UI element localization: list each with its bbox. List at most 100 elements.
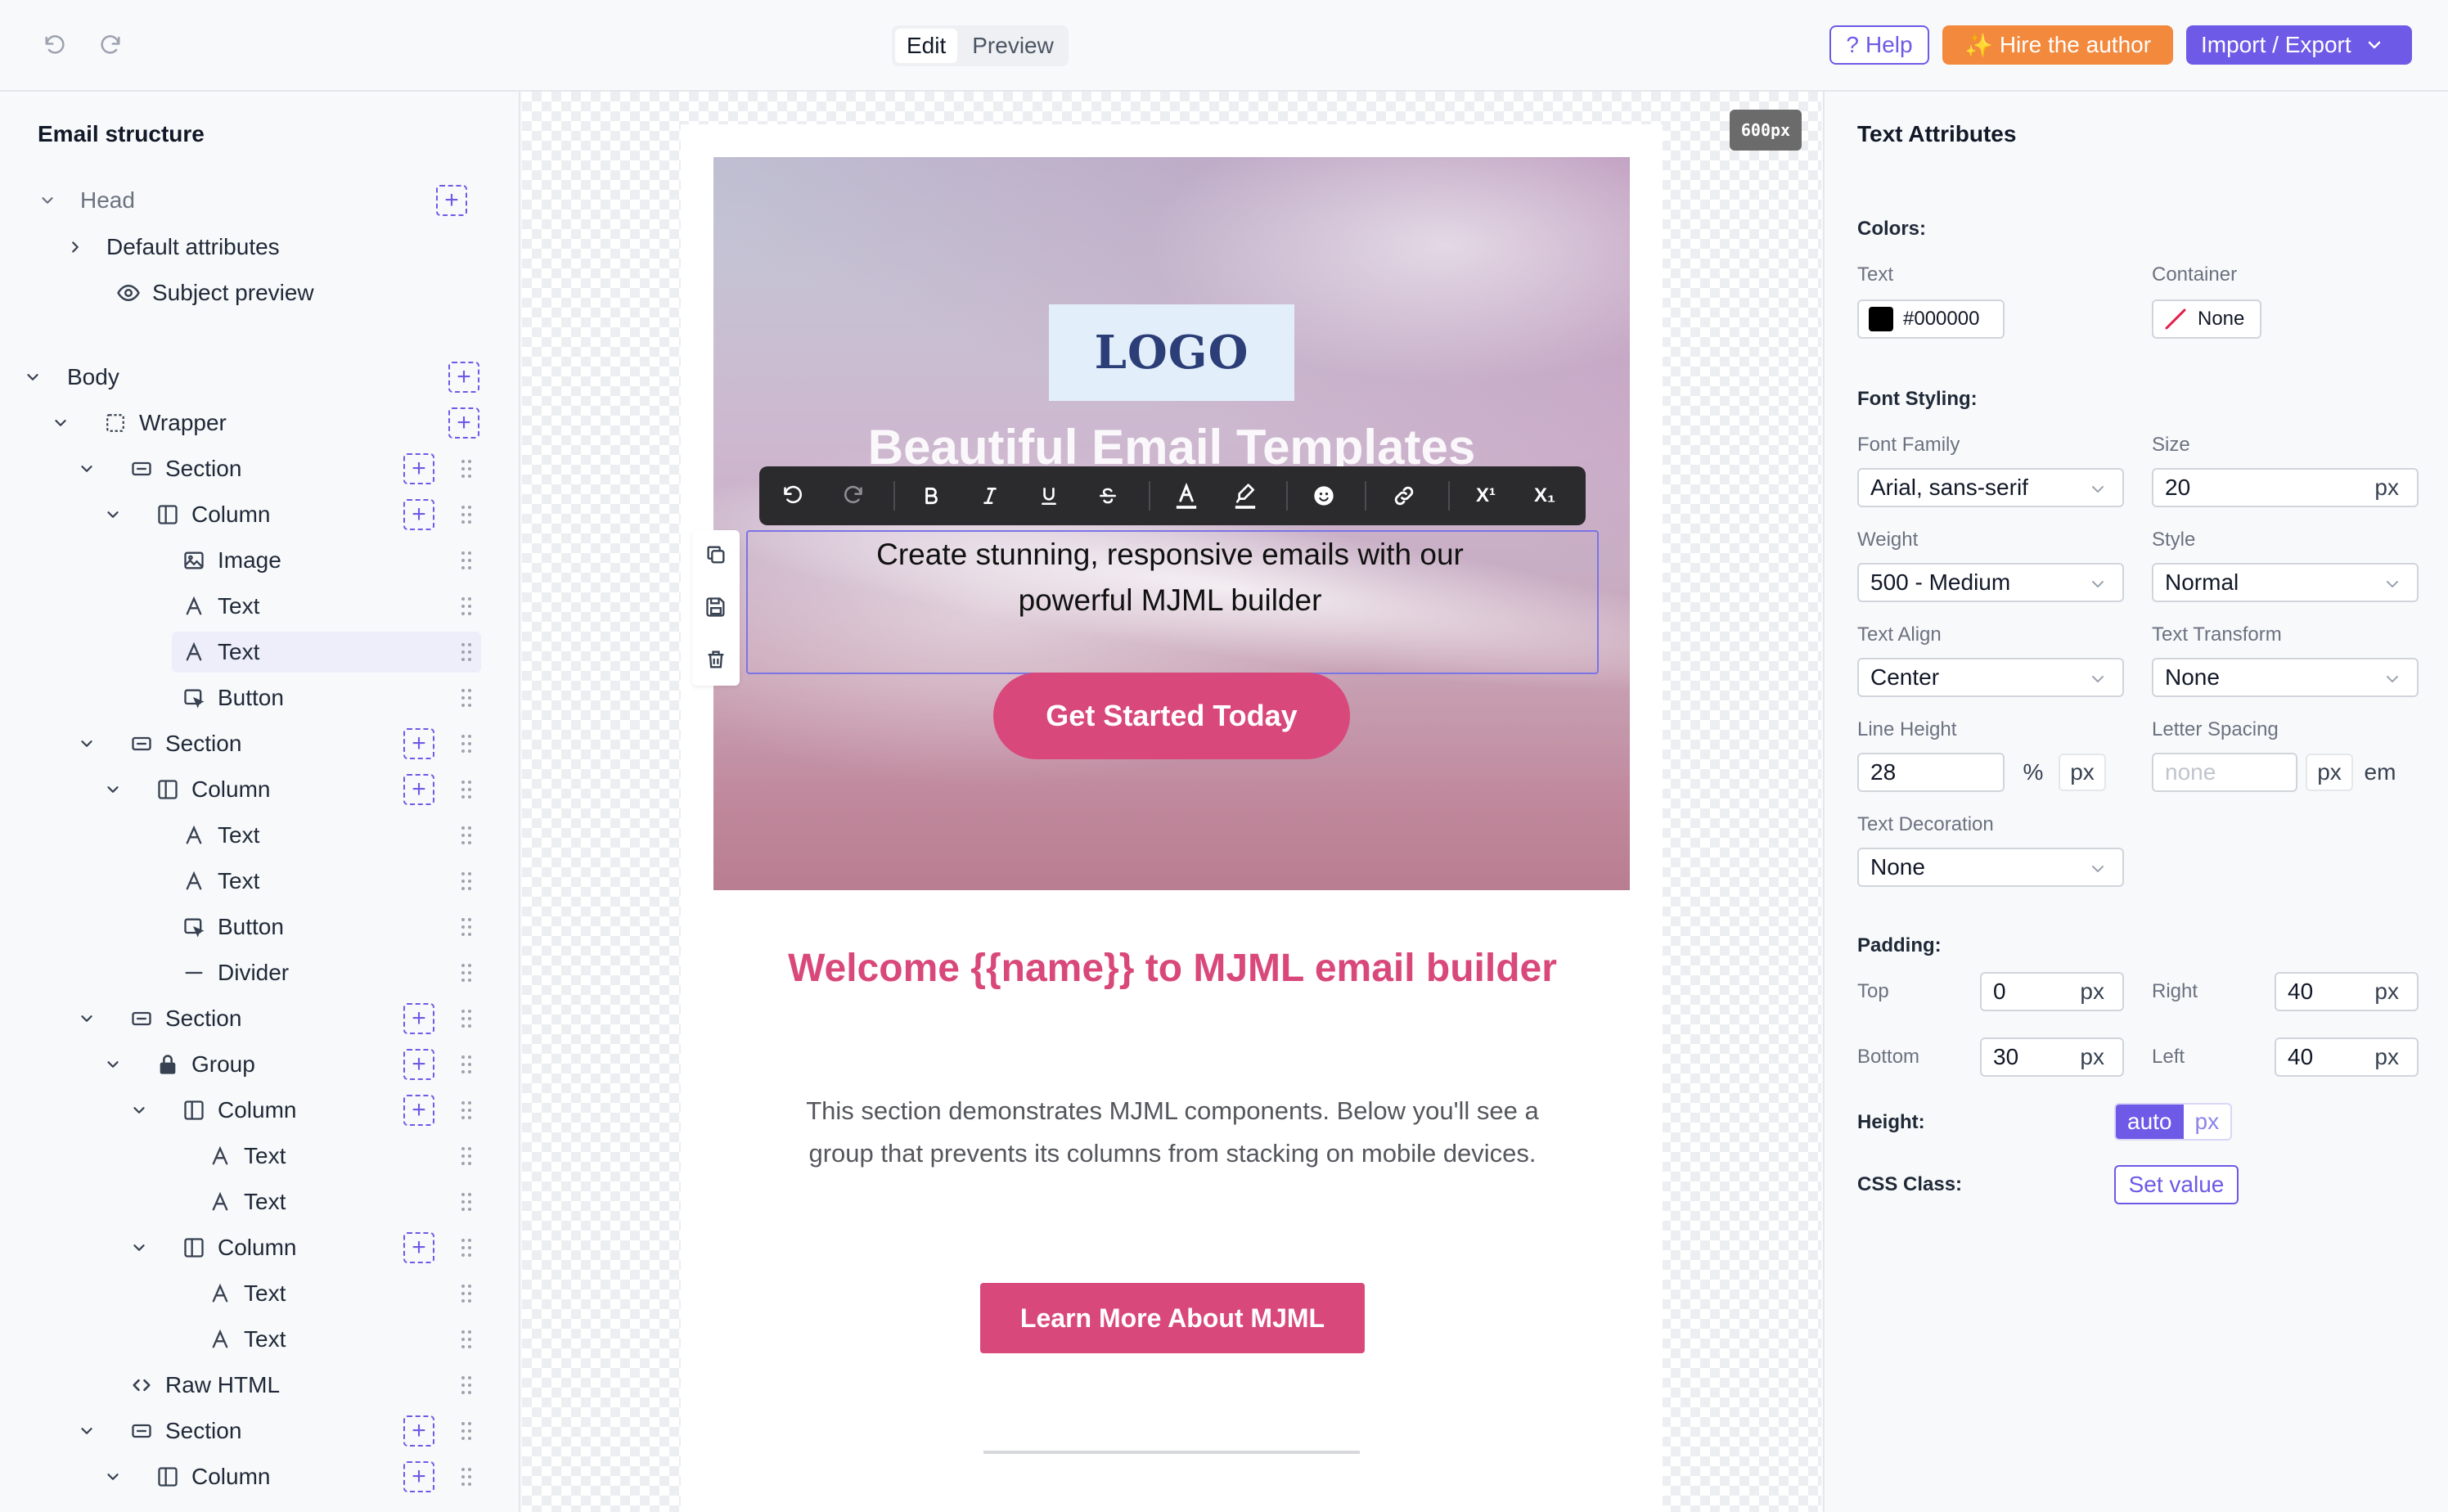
tree-item-text-selected[interactable]: Text <box>0 632 519 673</box>
text-transform-select[interactable]: None <box>2152 658 2419 697</box>
chevron-down-icon[interactable] <box>51 413 70 433</box>
chevron-down-icon[interactable] <box>77 459 97 479</box>
email-divider[interactable] <box>983 1451 1360 1454</box>
tree-item-divider[interactable]: Divider <box>0 952 519 993</box>
tree-item-text[interactable]: Text <box>0 1136 519 1177</box>
padding-left-input[interactable]: 40 px <box>2275 1037 2419 1077</box>
drag-handle-icon[interactable] <box>460 916 473 938</box>
tree-item-body[interactable]: Body + <box>0 357 519 398</box>
tree-item-button[interactable]: Button <box>0 907 519 947</box>
height-px-option[interactable]: px <box>2183 1105 2231 1139</box>
strikethrough-icon[interactable] <box>1093 481 1123 511</box>
font-size-input[interactable]: 20 px <box>2152 468 2419 507</box>
container-color-picker[interactable]: None <box>2152 299 2261 339</box>
drag-handle-icon[interactable] <box>460 1100 473 1121</box>
drag-handle-icon[interactable] <box>460 733 473 754</box>
chevron-right-icon[interactable] <box>65 237 85 257</box>
undo-icon[interactable] <box>779 481 808 511</box>
height-auto-option[interactable]: auto <box>2116 1105 2184 1139</box>
tree-item-section[interactable]: Section + <box>0 723 519 764</box>
tree-item-head[interactable]: Head + <box>0 180 519 221</box>
add-child-button[interactable]: + <box>448 362 479 393</box>
help-button[interactable]: ? Help <box>1829 25 1929 65</box>
chevron-down-icon[interactable] <box>23 367 43 387</box>
tree-item-column[interactable]: Column + <box>0 1227 519 1268</box>
welcome-body-text[interactable]: This section demonstrates MJML component… <box>792 1090 1553 1175</box>
chevron-down-icon[interactable] <box>103 1467 123 1487</box>
save-icon[interactable] <box>703 594 729 620</box>
underline-icon[interactable] <box>1034 481 1064 511</box>
padding-top-input[interactable]: 0 px <box>1980 972 2124 1011</box>
padding-bottom-input[interactable]: 30 px <box>1980 1037 2124 1077</box>
drag-handle-icon[interactable] <box>460 871 473 892</box>
tree-item-section[interactable]: Section + <box>0 998 519 1039</box>
drag-handle-icon[interactable] <box>460 504 473 525</box>
letter-spacing-unit-px[interactable]: px <box>2306 754 2353 791</box>
subscript-icon[interactable]: X₁ <box>1527 481 1563 511</box>
add-child-button[interactable]: + <box>448 407 479 439</box>
logo-image[interactable]: LOGO <box>1049 304 1294 401</box>
set-css-class-button[interactable]: Set value <box>2114 1165 2239 1204</box>
tree-item-raw-html[interactable]: Raw HTML <box>0 1365 519 1406</box>
learn-more-button[interactable]: Learn More About MJML <box>980 1283 1365 1353</box>
add-child-button[interactable]: + <box>403 774 434 805</box>
bold-icon[interactable] <box>916 481 946 511</box>
emoji-icon[interactable] <box>1309 481 1339 511</box>
tree-item-wrapper[interactable]: Wrapper + <box>0 403 519 443</box>
chevron-down-icon[interactable] <box>77 734 97 754</box>
trash-icon[interactable] <box>703 646 729 673</box>
hero-subtitle-text[interactable]: Create stunning, responsive emails with … <box>802 532 1538 623</box>
tree-item-button[interactable]: Button <box>0 677 519 718</box>
tree-item-text[interactable]: Text <box>0 1273 519 1314</box>
chevron-down-icon[interactable] <box>77 1009 97 1028</box>
tree-item-text[interactable]: Text <box>0 815 519 856</box>
tree-item-section[interactable]: Section + <box>0 448 519 489</box>
drag-handle-icon[interactable] <box>460 1329 473 1350</box>
font-style-select[interactable]: Normal <box>2152 563 2419 602</box>
tree-item-section[interactable]: Section + <box>0 1411 519 1451</box>
add-child-button[interactable]: + <box>403 1095 434 1126</box>
drag-handle-icon[interactable] <box>460 1008 473 1029</box>
tree-item-text[interactable]: Text <box>0 861 519 902</box>
text-color-picker[interactable]: #000000 <box>1857 299 2005 339</box>
chevron-down-icon[interactable] <box>103 505 123 524</box>
font-family-select[interactable]: Arial, sans-serif <box>1857 468 2124 507</box>
letter-spacing-input[interactable]: none <box>2152 753 2297 792</box>
letter-spacing-unit-em[interactable]: em <box>2356 754 2404 791</box>
line-height-unit-px[interactable]: px <box>2059 754 2106 791</box>
tree-item-group[interactable]: Group + <box>0 1044 519 1085</box>
drag-handle-icon[interactable] <box>460 687 473 709</box>
font-weight-select[interactable]: 500 - Medium <box>1857 563 2124 602</box>
drag-handle-icon[interactable] <box>460 1237 473 1258</box>
add-child-button[interactable]: + <box>403 453 434 484</box>
drag-handle-icon[interactable] <box>460 1375 473 1396</box>
add-child-button[interactable]: + <box>403 1461 434 1492</box>
line-height-input[interactable]: 28 <box>1857 753 2005 792</box>
drag-handle-icon[interactable] <box>460 962 473 983</box>
drag-handle-icon[interactable] <box>460 1054 473 1075</box>
add-child-button[interactable]: + <box>436 185 467 216</box>
text-decoration-select[interactable]: None <box>1857 848 2124 887</box>
drag-handle-icon[interactable] <box>460 641 473 663</box>
chevron-down-icon[interactable] <box>77 1421 97 1441</box>
add-child-button[interactable]: + <box>403 1415 434 1447</box>
add-child-button[interactable]: + <box>403 1003 434 1034</box>
add-child-button[interactable]: + <box>403 499 434 530</box>
drag-handle-icon[interactable] <box>460 1420 473 1442</box>
tree-item-image[interactable]: Image <box>0 540 519 581</box>
drag-handle-icon[interactable] <box>460 596 473 617</box>
chevron-down-icon[interactable] <box>103 1055 123 1074</box>
hire-the-author-button[interactable]: ✨ Hire the author <box>1942 25 2173 65</box>
undo-button[interactable] <box>39 29 72 62</box>
tab-edit[interactable]: Edit <box>895 29 958 63</box>
chevron-down-icon[interactable] <box>103 780 123 799</box>
get-started-button[interactable]: Get Started Today <box>993 673 1350 759</box>
drag-handle-icon[interactable] <box>460 1466 473 1487</box>
drag-handle-icon[interactable] <box>460 550 473 571</box>
welcome-heading[interactable]: Welcome {{name}} to MJML email builder <box>767 943 1577 995</box>
highlight-icon[interactable] <box>1231 481 1260 511</box>
chevron-down-icon[interactable] <box>38 191 57 210</box>
tree-item-column[interactable]: Column + <box>0 769 519 810</box>
drag-handle-icon[interactable] <box>460 779 473 800</box>
tree-item-text[interactable]: Text <box>0 1319 519 1360</box>
